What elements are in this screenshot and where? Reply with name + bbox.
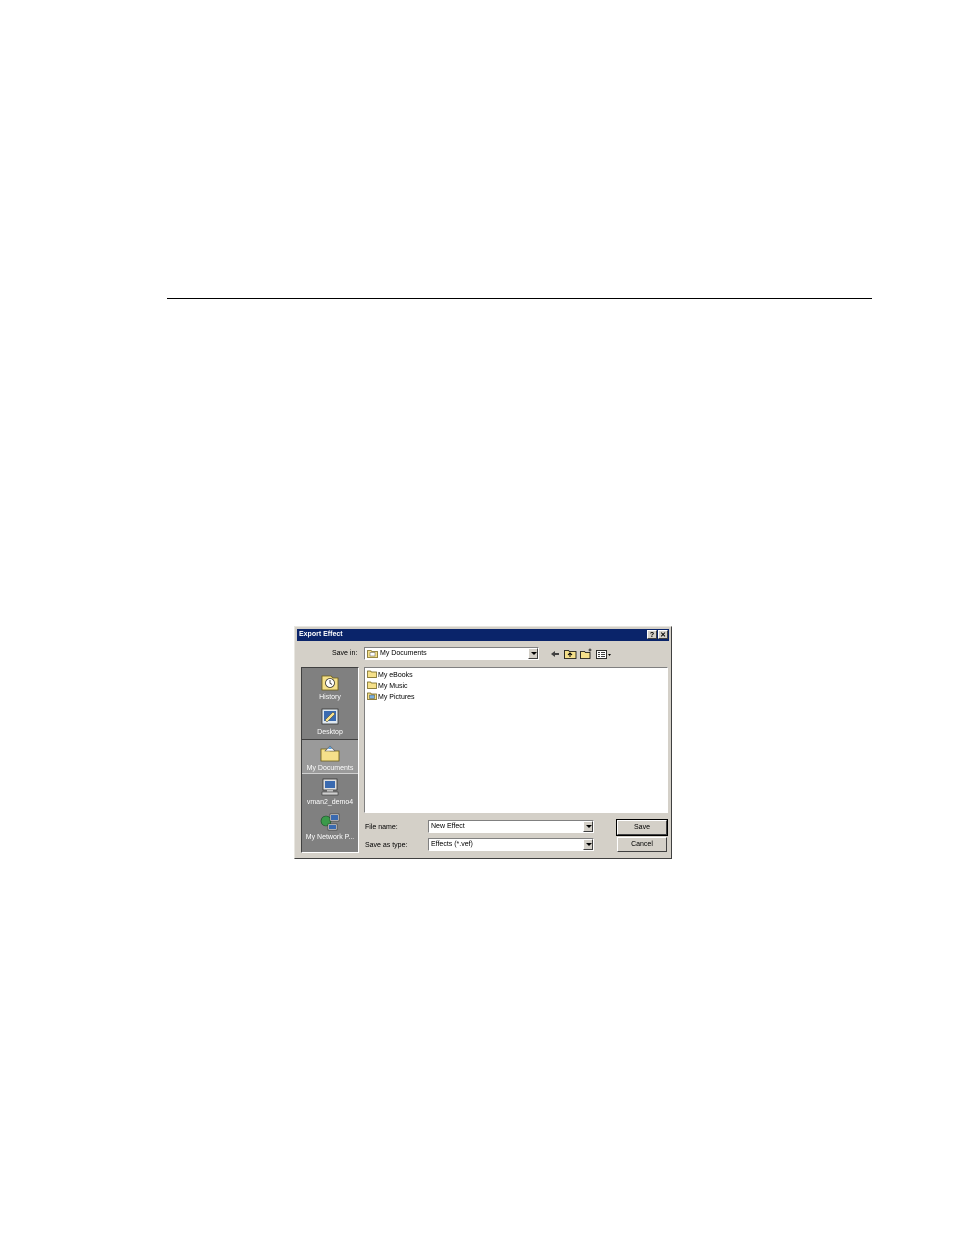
chevron-down-icon[interactable] [528,648,538,659]
my-documents-icon [320,745,340,762]
cancel-button[interactable]: Cancel [617,837,667,852]
place-label: My Documents [306,765,354,772]
file-name-input[interactable]: New Effect [428,820,594,833]
back-arrow-icon[interactable] [550,648,560,660]
file-name: My eBooks [378,672,413,679]
up-folder-icon[interactable] [564,648,577,660]
file-name-label: File name: [365,824,398,831]
pictures-folder-icon [367,692,377,700]
page-divider-rule [167,298,872,299]
list-item[interactable]: My eBooks [367,670,413,680]
title-bar[interactable]: Export Effect ? ✕ [297,629,669,641]
save-as-type-label: Save as type: [365,842,408,849]
file-list[interactable]: My eBooks My Music My Pictures [364,667,668,813]
place-label: My Network P... [305,834,355,841]
history-icon [321,675,339,691]
save-as-type-dropdown[interactable]: Effects (*.vef) [428,838,594,851]
new-folder-icon[interactable] [580,648,593,660]
network-places-icon [320,813,340,831]
place-label: History [319,694,341,701]
place-label: vman2_demo4 [306,799,354,806]
place-my-documents[interactable]: My Documents [302,739,358,774]
save-in-value: My Documents [380,650,427,657]
file-name: My Pictures [378,694,415,701]
list-item[interactable]: My Pictures [367,692,415,702]
chevron-down-icon[interactable] [583,821,593,832]
export-effect-dialog: Export Effect ? ✕ Save in: My Documents [294,626,672,859]
place-network[interactable]: My Network P... [302,809,358,844]
place-label: Desktop [317,729,343,736]
place-desktop[interactable]: Desktop [302,704,358,739]
folder-icon [367,681,377,689]
save-in-dropdown[interactable]: My Documents [364,647,539,660]
chevron-down-icon[interactable] [583,839,593,850]
file-name-value: New Effect [431,823,465,830]
places-bar: History Desktop My Documents vman2_demo4… [301,667,359,853]
place-history[interactable]: History [302,669,358,704]
close-button[interactable]: ✕ [658,630,668,639]
my-documents-icon [367,650,378,658]
list-item[interactable]: My Music [367,681,408,691]
desktop-icon [321,708,339,725]
help-button[interactable]: ? [647,630,657,639]
save-as-type-value: Effects (*.vef) [431,841,473,848]
file-name: My Music [378,683,408,690]
views-menu-icon[interactable] [596,648,613,660]
save-in-label: Save in: [332,650,358,657]
save-button[interactable]: Save [616,819,668,836]
place-my-computer[interactable]: vman2_demo4 [302,774,358,809]
computer-icon [321,778,339,796]
dialog-title: Export Effect [299,631,343,638]
folder-icon [367,670,377,678]
